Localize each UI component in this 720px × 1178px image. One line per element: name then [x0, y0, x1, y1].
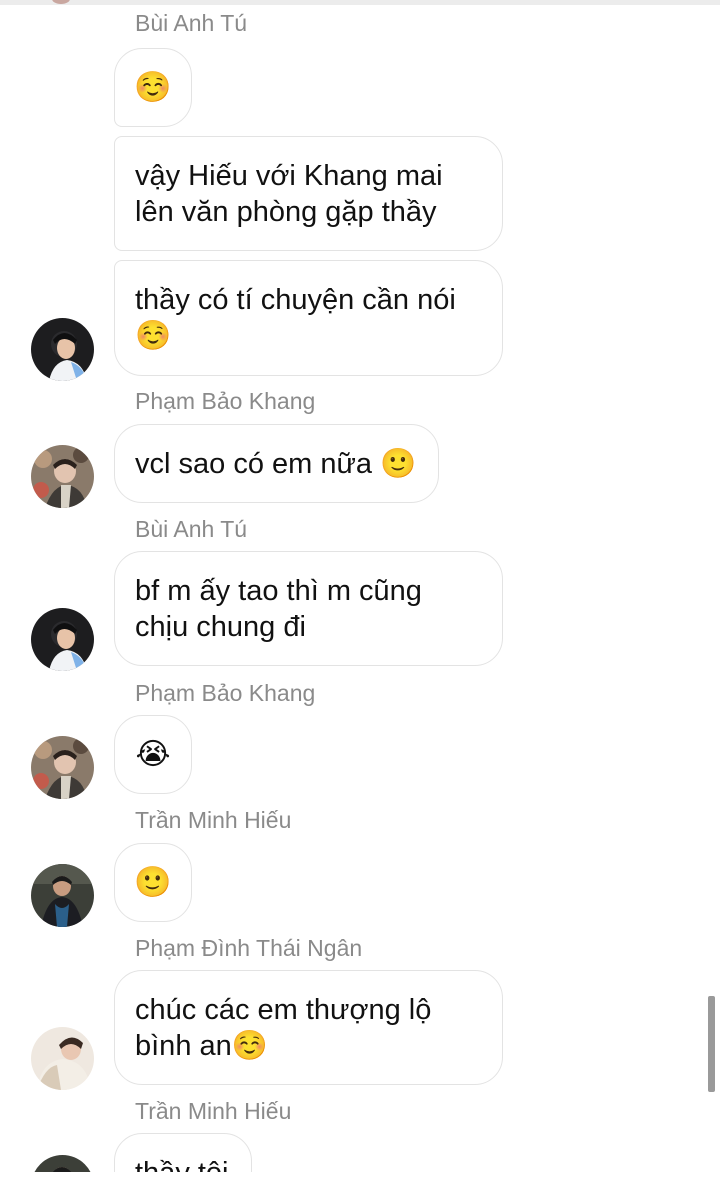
- avatar[interactable]: [31, 1027, 94, 1090]
- top-divider: [0, 0, 720, 5]
- avatar[interactable]: [31, 1155, 94, 1172]
- avatar[interactable]: [31, 864, 94, 927]
- slightly-smiling-face-icon: 🙂: [134, 865, 172, 899]
- smiling-face-icon: ☺️: [134, 70, 172, 104]
- message-text: thầy có tí chuyện cần nói ☺️: [135, 284, 456, 352]
- message-bubble[interactable]: thầy tôi: [114, 1133, 252, 1172]
- avatar[interactable]: [31, 318, 94, 381]
- message-text: bf m ấy tao thì m cũng chịu chung đi: [135, 574, 422, 643]
- message-bubble[interactable]: thầy có tí chuyện cần nói ☺️: [114, 260, 503, 376]
- loudly-crying-face-icon: 😭: [135, 737, 171, 771]
- sender-name: Trần Minh Hiếu: [135, 807, 292, 833]
- message-bubble[interactable]: vậy Hiếu với Khang mai lên văn phòng gặp…: [114, 136, 503, 251]
- avatar-pham-bao-khang-icon: [31, 445, 94, 508]
- message-text: vậy Hiếu với Khang mai lên văn phòng gặp…: [135, 159, 443, 228]
- avatar-pham-dinh-thai-ngan-icon: [31, 1027, 94, 1090]
- avatar[interactable]: [31, 736, 94, 799]
- scrollbar-thumb[interactable]: [708, 996, 715, 1092]
- sender-name: Bùi Anh Tú: [135, 10, 248, 36]
- message-bubble[interactable]: chúc các em thượng lộ bình an☺️: [114, 970, 503, 1085]
- message-text: chúc các em thượng lộ bình an☺️: [135, 993, 432, 1062]
- message-bubble[interactable]: vcl sao có em nữa 🙂: [114, 424, 439, 503]
- avatar-bui-anh-tu-icon: [31, 608, 94, 671]
- avatar[interactable]: [31, 445, 94, 508]
- avatar-tran-minh-hieu-icon: [31, 1155, 94, 1172]
- sender-name: Bùi Anh Tú: [135, 516, 248, 542]
- sender-name: Phạm Bảo Khang: [135, 388, 316, 414]
- avatar[interactable]: [31, 608, 94, 671]
- message-bubble[interactable]: ☺️: [114, 48, 192, 127]
- avatar-pham-bao-khang-icon: [31, 736, 94, 799]
- sender-name: Phạm Bảo Khang: [135, 680, 316, 706]
- message-bubble[interactable]: 🙂: [114, 843, 192, 922]
- message-text: thầy tôi: [135, 1155, 229, 1173]
- sender-name: Trần Minh Hiếu: [135, 1098, 292, 1124]
- sender-name: Phạm Đình Thái Ngân: [135, 935, 363, 961]
- message-text: vcl sao có em nữa 🙂: [135, 447, 417, 480]
- message-bubble[interactable]: bf m ấy tao thì m cũng chịu chung đi: [114, 551, 503, 666]
- avatar-bui-anh-tu-icon: [31, 318, 94, 381]
- message-bubble[interactable]: 😭: [114, 715, 192, 794]
- avatar-tran-minh-hieu-icon: [31, 864, 94, 927]
